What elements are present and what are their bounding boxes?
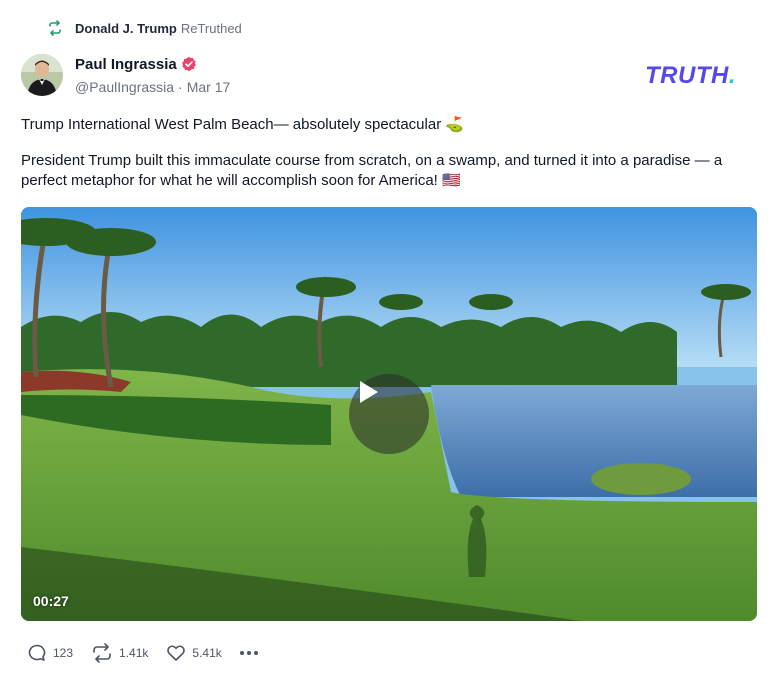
heart-icon bbox=[167, 645, 186, 661]
verified-badge-icon bbox=[181, 56, 197, 72]
post-date[interactable]: Mar 17 bbox=[187, 79, 231, 95]
like-button[interactable]: 5.41k bbox=[166, 643, 222, 663]
post-text-line-1: Trump International West Palm Beach— abs… bbox=[21, 116, 465, 133]
post-text-line-2: President Trump built this immaculate co… bbox=[21, 152, 723, 189]
reply-count: 123 bbox=[53, 646, 74, 660]
post-body: Trump International West Palm Beach— abs… bbox=[21, 115, 761, 207]
retruth-label: ReTruthed bbox=[180, 20, 242, 36]
play-button[interactable] bbox=[349, 374, 429, 454]
avatar[interactable] bbox=[21, 54, 63, 96]
video-player[interactable]: 00:27 bbox=[21, 207, 757, 621]
meta-separator: · bbox=[178, 79, 183, 95]
reply-button[interactable]: 123 bbox=[27, 643, 73, 663]
more-options-icon[interactable] bbox=[239, 647, 258, 659]
truth-logo-text: TRUTH bbox=[645, 62, 729, 89]
retruth-button[interactable]: 1.41k bbox=[91, 643, 148, 663]
video-duration: 00:27 bbox=[33, 593, 69, 609]
retruth-icon bbox=[47, 20, 63, 36]
play-icon bbox=[360, 381, 378, 403]
author-name[interactable]: Paul Ingrassia bbox=[75, 56, 177, 73]
retruth-user[interactable]: Donald J. Trump bbox=[75, 21, 177, 36]
author-meta: @PaulIngrassia · Mar 17 bbox=[75, 78, 230, 96]
reply-icon bbox=[28, 644, 46, 661]
truth-logo: TRUTH. bbox=[645, 62, 736, 90]
truth-logo-period: . bbox=[728, 62, 736, 89]
retruth-icon bbox=[93, 643, 111, 663]
post-actions: 123 1.41k 5.41k bbox=[27, 642, 258, 664]
more-dot bbox=[246, 651, 251, 655]
retruth-header: Donald J. Trump ReTruthed bbox=[47, 18, 242, 38]
retruth-count: 1.41k bbox=[119, 646, 149, 660]
more-dot bbox=[239, 651, 244, 655]
more-dot bbox=[253, 651, 258, 655]
author-handle[interactable]: @PaulIngrassia bbox=[75, 79, 174, 95]
like-count: 5.41k bbox=[192, 646, 222, 660]
post-author: Paul Ingrassia @PaulIngrassia · Mar 17 bbox=[75, 54, 230, 96]
